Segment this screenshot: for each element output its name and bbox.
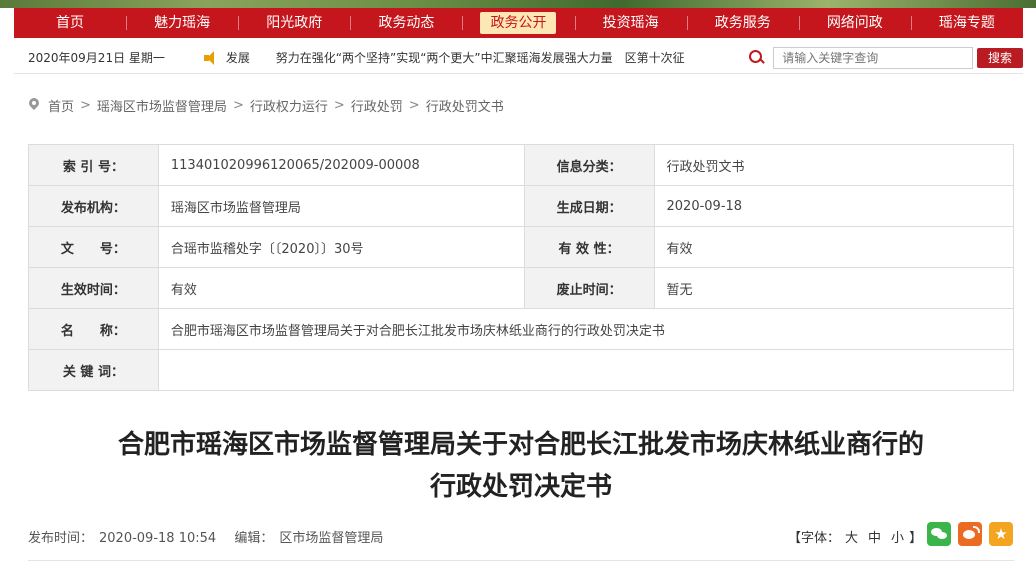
gen-date-label: 生成日期： bbox=[523, 185, 655, 227]
doc-no-label: 文 号： bbox=[28, 226, 159, 268]
nav-item-home[interactable]: 首页 bbox=[14, 8, 126, 38]
news-ticker[interactable]: 努力在强化“两个坚持”实现“两个更大”中汇聚瑶海发展强大力量 区第十次征 bbox=[276, 49, 716, 66]
breadcrumb-separator: > bbox=[232, 98, 244, 113]
breadcrumb-power-operation[interactable]: 行政权力运行 bbox=[250, 96, 328, 115]
current-date: 2020年09月21日 星期一 bbox=[28, 51, 165, 65]
font-size-control: 【字体： 大中小】 bbox=[788, 527, 922, 546]
font-size-large-button[interactable]: 大 bbox=[845, 531, 858, 546]
doc-no-value: 合瑶市监稽处字〔〔2020〕〕30号 bbox=[157, 226, 525, 268]
keywords-value bbox=[157, 349, 1015, 391]
font-size-prefix: 【字体： bbox=[788, 531, 841, 546]
font-size-suffix: 】 bbox=[909, 531, 923, 546]
nav-item-gov-service[interactable]: 政务服务 bbox=[686, 8, 799, 38]
breadcrumb-separator: > bbox=[80, 98, 91, 113]
publisher-label: 发布机构： bbox=[28, 185, 159, 227]
breadcrumb-bureau[interactable]: 瑶海区市场监督管理局 bbox=[97, 96, 227, 115]
table-row: 文 号： 合瑶市监稽处字〔〔2020〕〕30号 有 效 性： 有效 bbox=[28, 226, 1014, 268]
index-value: 113401020996120065/202009-00008 bbox=[157, 144, 525, 186]
info-bar: 2020年09月21日 星期一 发展 努力在强化“两个坚持”实现“两个更大”中汇… bbox=[14, 42, 1024, 74]
index-label: 索 引 号： bbox=[28, 144, 159, 186]
category-label: 信息分类： bbox=[523, 144, 655, 186]
news-label: 发展 bbox=[225, 51, 250, 65]
expire-label: 废止时间： bbox=[523, 267, 655, 309]
breadcrumb-penalty-docs[interactable]: 行政处罚文书 bbox=[426, 96, 504, 115]
validity-label: 有 效 性： bbox=[523, 226, 655, 268]
top-banner-image bbox=[0, 0, 1036, 8]
name-value: 合肥市瑶海区市场监督管理局关于对合肥长江批发市场庆林纸业商行的行政处罚决定书 bbox=[157, 308, 1015, 350]
nav-item-invest[interactable]: 投资瑶海 bbox=[574, 8, 687, 38]
document-meta-table: 索 引 号： 113401020996120065/202009-00008 信… bbox=[28, 144, 1015, 391]
location-pin-icon bbox=[28, 98, 40, 114]
article-title: 合肥市瑶海区市场监督管理局关于对合肥长江批发市场庆林纸业商行的 行政处罚决定书 bbox=[28, 424, 1014, 508]
main-nav: 首页 魅力瑶海 阳光政府 政务动态 政务公开 投资瑶海 政务服务 网络问政 瑶海… bbox=[14, 8, 1023, 38]
favorite-star-icon[interactable]: ★ bbox=[989, 522, 1013, 546]
table-row: 生效时间： 有效 废止时间： 暂无 bbox=[28, 267, 1014, 309]
effective-label: 生效时间： bbox=[28, 267, 159, 309]
breadcrumb-separator: > bbox=[333, 98, 345, 113]
breadcrumb: 首页 > 瑶海区市场监督管理局 > 行政权力运行 > 行政处罚 > 行政处罚文书 bbox=[28, 96, 504, 115]
editor-label: 编辑： bbox=[234, 531, 274, 546]
article-title-line1: 合肥市瑶海区市场监督管理局关于对合肥长江批发市场庆林纸业商行的 bbox=[117, 430, 924, 460]
effective-value: 有效 bbox=[157, 267, 525, 309]
table-row: 索 引 号： 113401020996120065/202009-00008 信… bbox=[28, 144, 1014, 186]
name-label: 名 称： bbox=[28, 308, 159, 350]
wechat-share-icon[interactable] bbox=[927, 522, 951, 546]
divider bbox=[28, 560, 1014, 561]
gen-date-value: 2020-09-18 bbox=[653, 185, 1014, 227]
search-button[interactable]: 搜索 bbox=[977, 47, 1024, 68]
weibo-share-icon[interactable] bbox=[958, 522, 982, 546]
expire-value: 暂无 bbox=[653, 267, 1014, 309]
article-title-line2: 行政处罚决定书 bbox=[429, 472, 612, 502]
nav-item-gov-open[interactable]: 政务公开 bbox=[462, 8, 574, 38]
nav-item-topics[interactable]: 瑶海专题 bbox=[910, 8, 1023, 38]
breadcrumb-penalty[interactable]: 行政处罚 bbox=[351, 96, 403, 115]
search-icon bbox=[749, 49, 765, 66]
speaker-icon bbox=[203, 50, 220, 65]
nav-item-gov-news[interactable]: 政务动态 bbox=[350, 8, 462, 38]
nav-item-sunshine-gov[interactable]: 阳光政府 bbox=[238, 8, 350, 38]
font-size-small-button[interactable]: 小 bbox=[891, 531, 904, 546]
nav-item-online-inquiry[interactable]: 网络问政 bbox=[798, 8, 911, 38]
publish-info: 发布时间： 2020-09-18 10:54 编辑： 区市场监督管理局 bbox=[28, 527, 389, 546]
validity-value: 有效 bbox=[653, 226, 1014, 268]
category-value: 行政处罚文书 bbox=[653, 144, 1014, 186]
search-input[interactable] bbox=[773, 46, 974, 69]
nav-item-charm[interactable]: 魅力瑶海 bbox=[126, 8, 238, 38]
publish-time-label: 发布时间： bbox=[28, 531, 94, 546]
font-size-medium-button[interactable]: 中 bbox=[868, 531, 881, 546]
table-row: 名 称： 合肥市瑶海区市场监督管理局关于对合肥长江批发市场庆林纸业商行的行政处罚… bbox=[28, 308, 1015, 350]
breadcrumb-home[interactable]: 首页 bbox=[48, 96, 74, 115]
editor-name: 区市场监督管理局 bbox=[279, 531, 384, 546]
breadcrumb-separator: > bbox=[408, 98, 420, 113]
table-row: 发布机构： 瑶海区市场监督管理局 生成日期： 2020-09-18 bbox=[28, 185, 1014, 227]
publisher-value: 瑶海区市场监督管理局 bbox=[157, 185, 525, 227]
publish-time: 2020-09-18 10:54 bbox=[99, 531, 217, 546]
table-row: 关 键 词： bbox=[28, 349, 1015, 391]
keywords-label: 关 键 词： bbox=[28, 349, 159, 391]
